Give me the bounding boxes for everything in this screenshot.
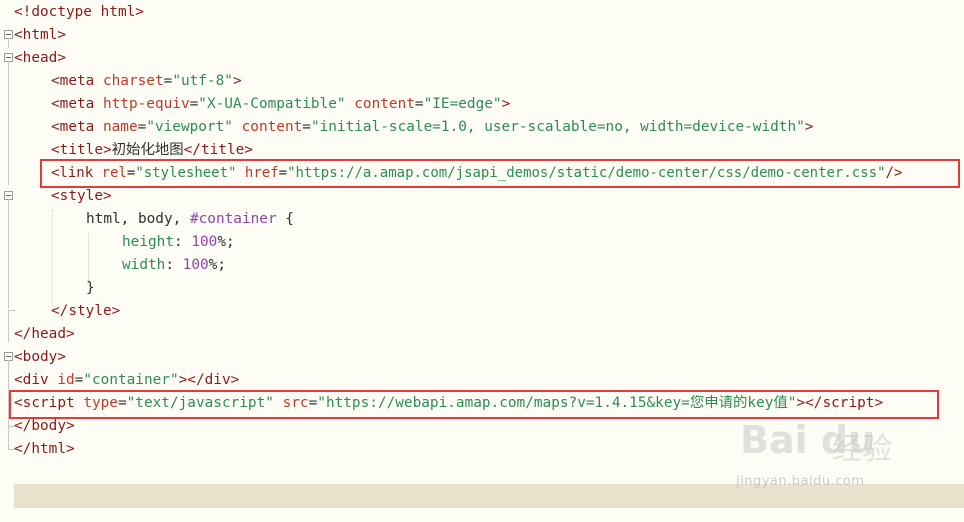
code-line-13: } bbox=[86, 280, 95, 296]
code-editor[interactable]: <!doctype html> <html> <head> <meta char… bbox=[0, 0, 964, 475]
code-line-20: </html> bbox=[14, 441, 75, 457]
code-line-1: <!doctype html> bbox=[14, 4, 144, 20]
code-line-16: <body> bbox=[14, 349, 66, 365]
indent-guide bbox=[52, 210, 53, 306]
code-line-11: height: 100%; bbox=[122, 234, 235, 250]
code-line-8: <link rel="stylesheet" href="https://a.a… bbox=[51, 165, 903, 181]
baidu-jingyan-watermark: Bai du 经验 jingyan.baidu.com bbox=[732, 418, 912, 498]
watermark-cn: 经验 bbox=[832, 432, 892, 467]
code-line-12: width: 100%; bbox=[122, 257, 226, 273]
watermark-url: jingyan.baidu.com bbox=[736, 474, 865, 489]
fold-gutter bbox=[4, 26, 15, 458]
code-line-17: <div id="container"></div> bbox=[14, 372, 240, 388]
code-line-15: </head> bbox=[14, 326, 75, 342]
code-line-3: <head> bbox=[14, 50, 66, 66]
indent-guide bbox=[88, 233, 89, 283]
code-line-10: html, body, #container { bbox=[86, 211, 294, 227]
code-line-2: <html> bbox=[14, 27, 66, 43]
code-line-6: <meta name="viewport" content="initial-s… bbox=[51, 119, 814, 135]
code-line-9: <style> bbox=[51, 188, 112, 204]
code-line-7: <title>初始化地图</title> bbox=[51, 142, 253, 158]
code-line-5: <meta http-equiv="X-UA-Compatible" conte… bbox=[51, 96, 511, 112]
code-line-19: </body> bbox=[14, 418, 75, 434]
code-line-4: <meta charset="utf-8"> bbox=[51, 73, 242, 89]
code-line-18: <script type="text/javascript" src="http… bbox=[14, 395, 884, 411]
code-line-14: </style> bbox=[51, 303, 121, 319]
